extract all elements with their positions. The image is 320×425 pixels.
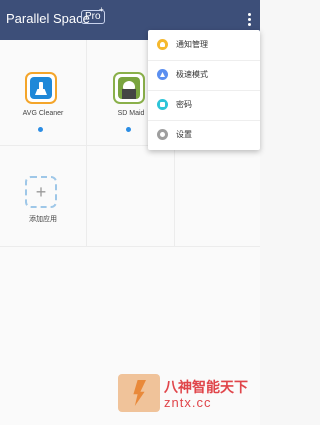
active-indicator-dot	[38, 127, 43, 132]
menu-item-notification-management[interactable]: 通知管理	[148, 30, 260, 60]
gear-icon	[157, 129, 168, 140]
watermark-url: zntx.cc	[164, 395, 212, 410]
watermark-text: 八神智能天下	[164, 379, 248, 395]
more-vert-icon	[247, 13, 251, 16]
watermark: 八神智能天下 zntx.cc	[118, 374, 248, 412]
pro-badge-mark: +	[99, 5, 104, 14]
menu-item-label: 密码	[176, 100, 192, 109]
more-vert-icon-dot	[247, 23, 251, 26]
sd-maid-icon	[113, 72, 145, 104]
menu-item-label: 极速模式	[176, 70, 208, 79]
active-indicator-dot	[126, 127, 131, 132]
menu-item-label: 设置	[176, 130, 192, 139]
add-icon: +	[25, 176, 57, 208]
menu-item-settings[interactable]: 设置	[148, 120, 260, 150]
plus-glyph: +	[35, 182, 47, 202]
add-app-label: 添加应用	[29, 216, 57, 223]
menu-item-password[interactable]: 密码	[148, 90, 260, 120]
rocket-icon	[157, 69, 168, 80]
menu-item-label: 通知管理	[176, 40, 208, 49]
overflow-menu: 通知管理 极速模式 密码 设置	[148, 30, 260, 150]
overflow-menu-button[interactable]	[244, 12, 254, 28]
app-label: AVG Cleaner	[22, 110, 64, 117]
more-vert-icon-dot	[247, 18, 251, 21]
app-cell-avg-cleaner[interactable]: AVG Cleaner	[0, 72, 86, 138]
grid-divider	[0, 246, 260, 247]
avg-cleaner-icon	[25, 72, 57, 104]
lock-icon	[157, 99, 168, 110]
app-title: Parallel Space	[6, 11, 90, 26]
menu-item-speed-mode[interactable]: 极速模式	[148, 60, 260, 90]
add-app-button[interactable]: + 添加应用	[0, 176, 86, 226]
grid-divider	[86, 40, 87, 246]
watermark-logo-icon	[118, 374, 160, 412]
bell-icon	[157, 39, 168, 50]
